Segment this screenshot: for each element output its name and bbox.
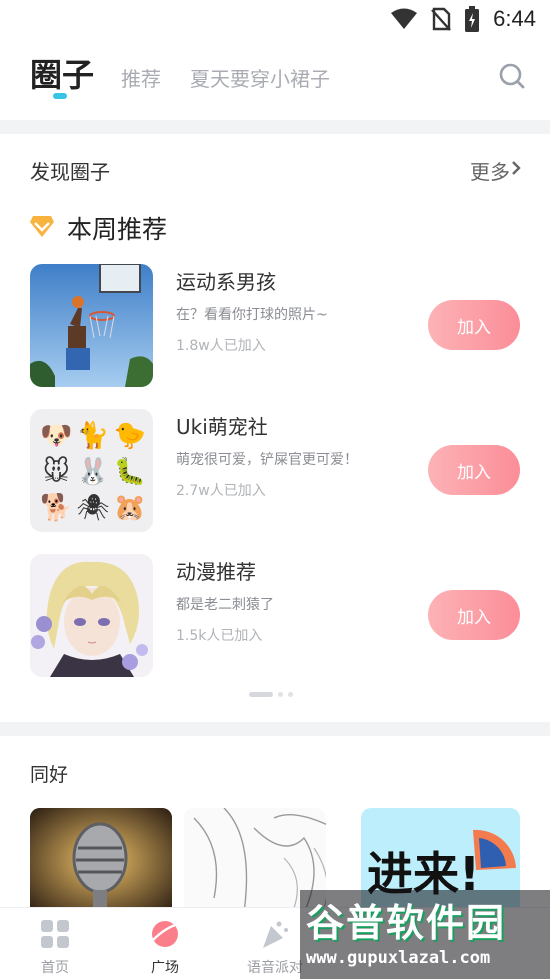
cat-emoji: 🐈 bbox=[76, 421, 110, 451]
section-title: 发现圈子 bbox=[30, 160, 110, 184]
mouse-emoji: 🐭 bbox=[42, 457, 70, 487]
tab-recommend[interactable]: 推荐 bbox=[121, 63, 161, 92]
section-title: 同好 bbox=[30, 764, 69, 786]
no-sim-icon bbox=[431, 7, 452, 31]
chick-emoji: 🐤 bbox=[113, 421, 146, 451]
microphone-tile[interactable] bbox=[30, 808, 172, 913]
bug-emoji: 🐛 bbox=[113, 457, 146, 487]
dog-face-emoji: 🐶 bbox=[40, 421, 73, 451]
circle-desc: 萌宠很可爱，铲屎官更可爱！ bbox=[176, 452, 358, 468]
discover-circles-card: 发现圈子 更多 本周推荐 运动系男孩 在？看看你打球的照片~ 1.8w人已加入 … bbox=[0, 134, 550, 722]
dog-emoji: 🐕 bbox=[40, 493, 73, 523]
join-button[interactable]: 加入 bbox=[428, 300, 520, 350]
pets-thumbnail: 🐶 🐈 🐤 🐭 🐰 🐛 🐕 🕷 🐹 bbox=[30, 409, 153, 532]
status-icons: 6:44 bbox=[391, 6, 536, 32]
circle-desc: 在？看看你打球的照片~ bbox=[176, 307, 328, 323]
status-time: 6:44 bbox=[493, 6, 536, 31]
pet-emoji-grid: 🐶 🐈 🐤 🐭 🐰 🐛 🐕 🕷 🐹 bbox=[38, 421, 148, 523]
member-count: 1.5k人已加入 bbox=[176, 628, 263, 644]
circle-name: 运动系男孩 bbox=[176, 270, 276, 294]
spider-emoji: 🕷 bbox=[76, 493, 110, 523]
nav-square[interactable]: 广场 bbox=[110, 908, 220, 980]
nav-label: 首页 bbox=[41, 960, 69, 976]
page-dot bbox=[288, 692, 293, 697]
page-dot-active bbox=[249, 692, 273, 697]
circle-name: 动漫推荐 bbox=[176, 560, 256, 584]
rabbit-emoji: 🐰 bbox=[76, 457, 110, 487]
circle-name: Uki萌宠社 bbox=[176, 415, 268, 439]
circle-desc: 都是老二刺猿了 bbox=[176, 597, 274, 613]
wifi-icon bbox=[391, 8, 418, 29]
circle-item[interactable]: 动漫推荐 都是老二刺猿了 1.5k人已加入 加入 bbox=[30, 554, 530, 678]
planet-icon bbox=[152, 921, 179, 947]
weekly-recommend-title: 本周推荐 bbox=[67, 215, 168, 244]
watermark-url: www.gupuxlazal.com bbox=[306, 948, 491, 968]
party-popper-icon bbox=[263, 921, 288, 948]
more-link[interactable]: 更多 bbox=[470, 156, 510, 185]
tab-summer-skirt[interactable]: 夏天要穿小裙子 bbox=[190, 63, 330, 92]
search-icon[interactable] bbox=[498, 62, 526, 90]
hamster-emoji: 🐹 bbox=[113, 493, 146, 523]
diamond-badge-icon bbox=[30, 216, 54, 237]
join-button[interactable]: 加入 bbox=[428, 445, 520, 495]
carousel-indicator bbox=[249, 692, 293, 697]
join-button[interactable]: 加入 bbox=[428, 590, 520, 640]
nav-label: 广场 bbox=[151, 960, 179, 976]
watermark-title: 谷普软件园 bbox=[306, 901, 507, 945]
basketball-thumbnail bbox=[30, 264, 153, 387]
grid-icon bbox=[41, 920, 69, 948]
chevron-right-icon[interactable] bbox=[510, 159, 522, 177]
top-header: 圈子 推荐 夏天要穿小裙子 bbox=[0, 40, 550, 120]
member-count: 2.7w人已加入 bbox=[176, 483, 266, 499]
tab-circles[interactable]: 圈子 bbox=[30, 50, 94, 96]
circle-item[interactable]: 运动系男孩 在？看看你打球的照片~ 1.8w人已加入 加入 bbox=[30, 264, 530, 388]
member-count: 1.8w人已加入 bbox=[176, 338, 266, 354]
status-bar: 6:44 bbox=[0, 0, 550, 40]
active-tab-indicator bbox=[53, 93, 67, 99]
page-dot bbox=[278, 692, 283, 697]
battery-icon bbox=[465, 6, 480, 32]
site-watermark: 谷普软件园 www.gupuxlazal.com bbox=[300, 890, 550, 979]
anime-thumbnail bbox=[30, 554, 153, 677]
circle-item[interactable]: 🐶 🐈 🐤 🐭 🐰 🐛 🐕 🕷 🐹 Uki萌宠社 萌宠很可爱，铲屎官更可爱！ 2… bbox=[30, 409, 530, 533]
nav-home[interactable]: 首页 bbox=[0, 908, 110, 980]
